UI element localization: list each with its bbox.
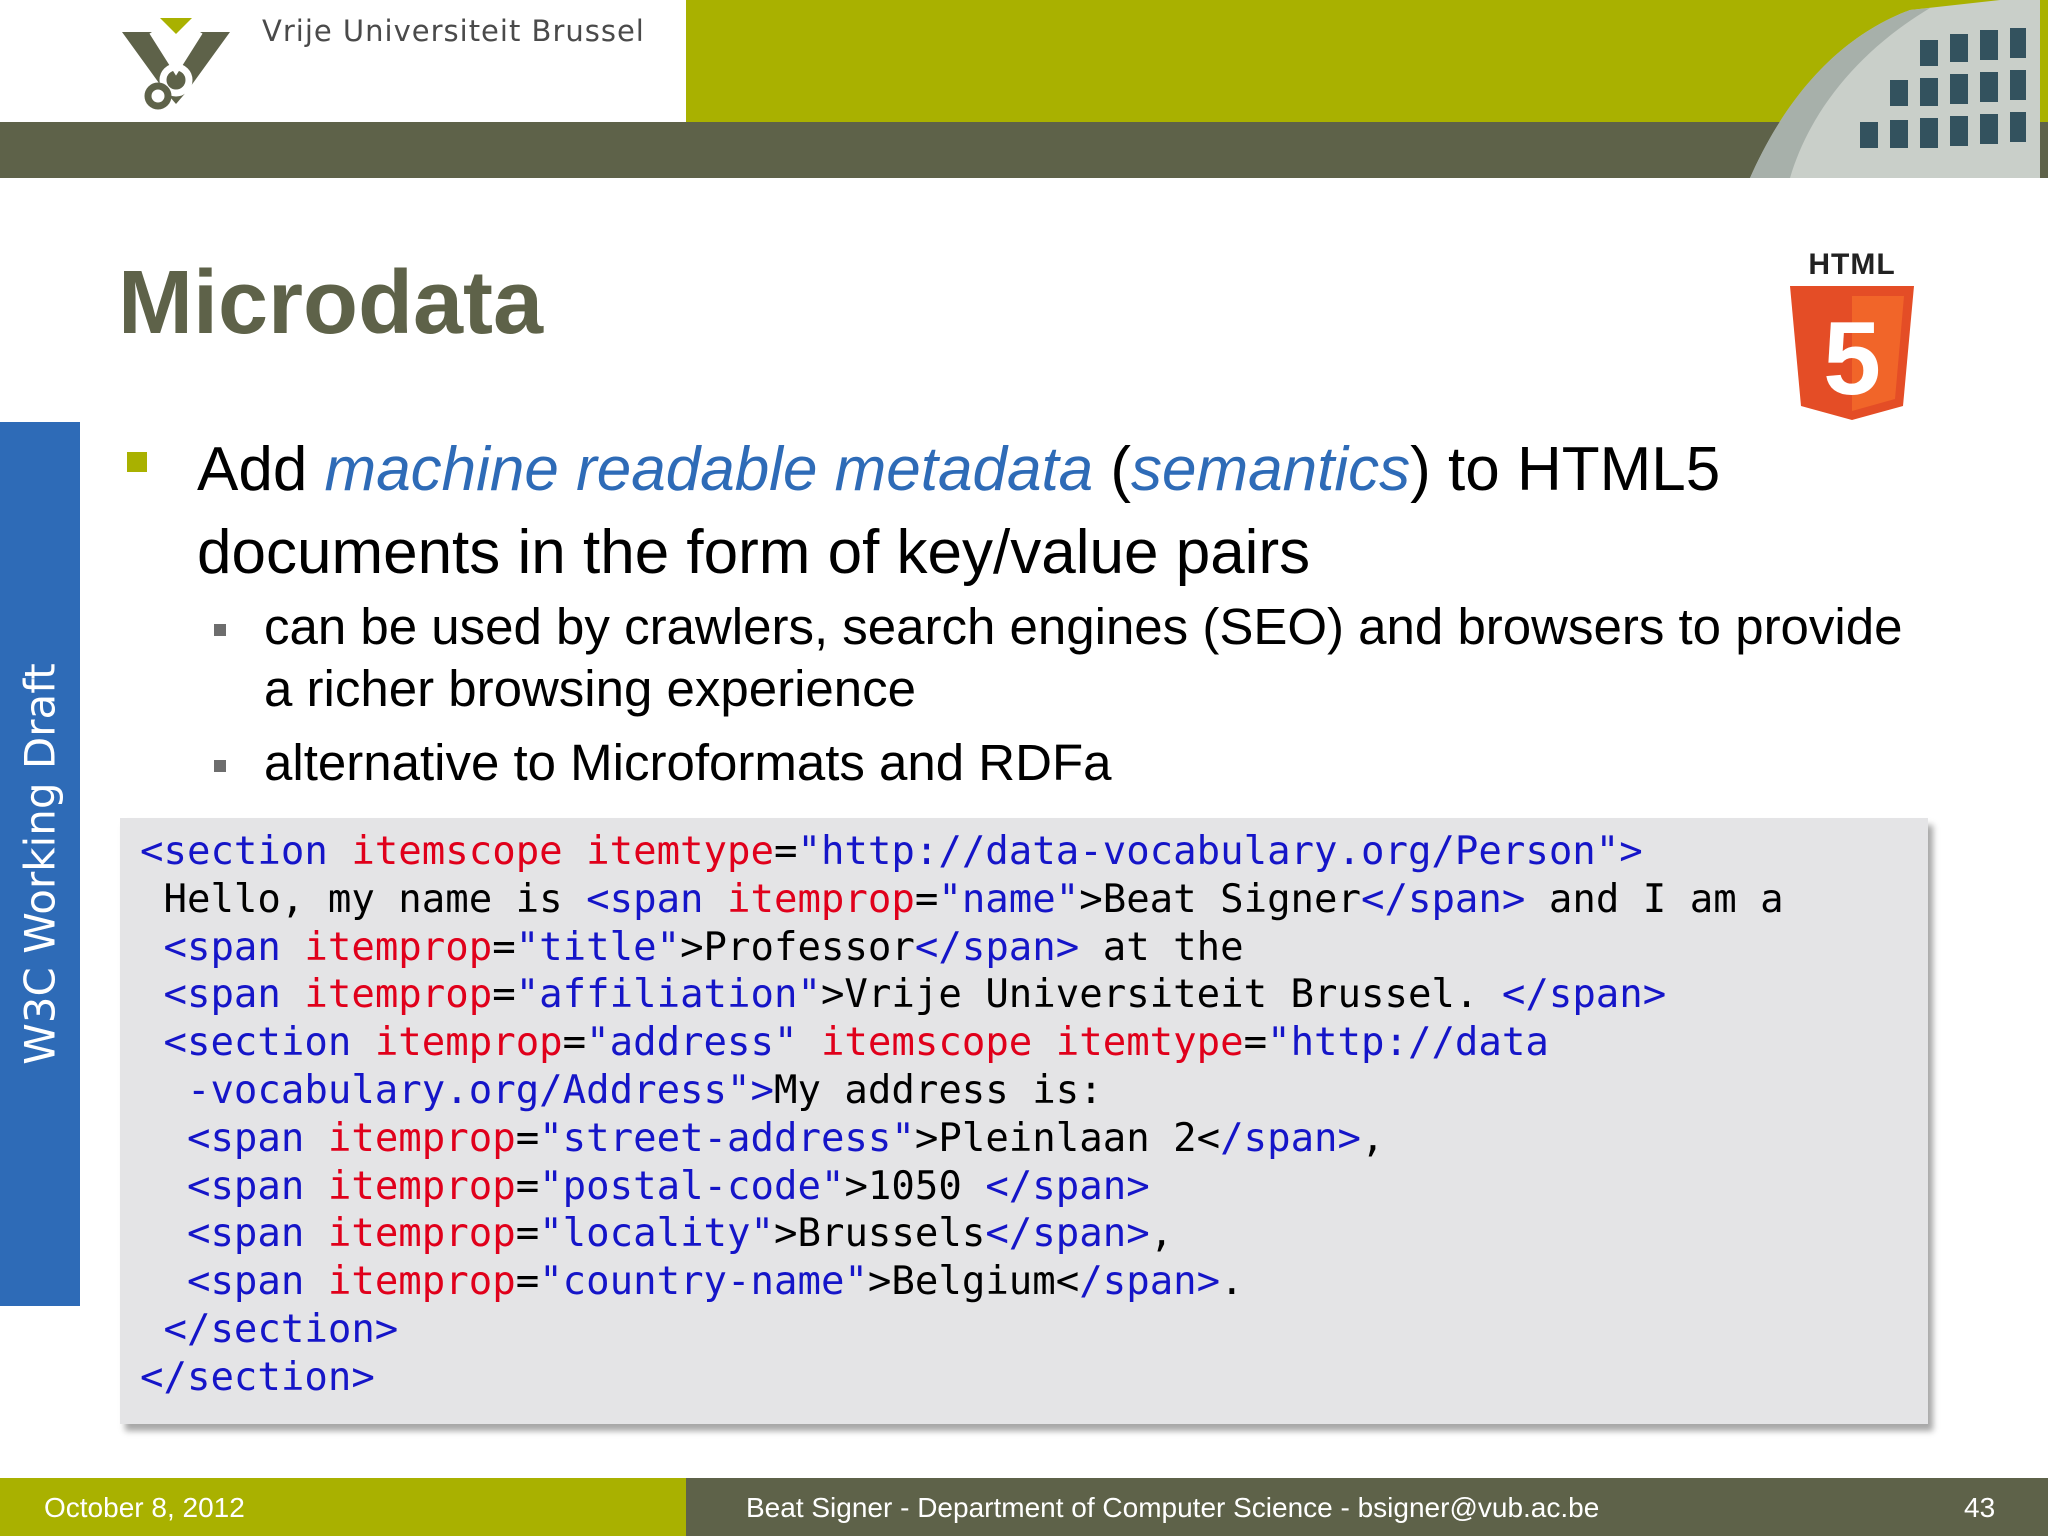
- bullet-text-part: Add: [197, 435, 325, 504]
- code-line: <section itemscope itemtype="http://data…: [140, 829, 1643, 874]
- bullet-highlight-metadata: machine readable metadata: [324, 435, 1094, 504]
- sub-bullet-marker: [214, 760, 226, 772]
- bullet-marker: [127, 452, 147, 472]
- building-photo-icon: [1750, 0, 2040, 178]
- html5-shield-icon: 5: [1790, 286, 1914, 420]
- code-line: </section>: [163, 1306, 399, 1352]
- footer-date: October 8, 2012: [44, 1492, 245, 1523]
- vub-logo-icon: [122, 18, 230, 110]
- code-line: <span itemprop="street-address">Pleinlaa…: [186, 1115, 1385, 1161]
- code-line: <span itemprop="locality">Brussels</span…: [186, 1211, 1174, 1257]
- html5-logo-label: HTML: [1808, 248, 1896, 281]
- bullet-text-part: (: [1093, 435, 1132, 504]
- code-line: </section>: [140, 1354, 375, 1400]
- code-line: <span itemprop="affiliation">Vrije Unive…: [163, 972, 1667, 1018]
- bullet-highlight-semantics: semantics: [1131, 435, 1411, 504]
- main-bullet-text: Add machine readable metadata (semantics…: [197, 428, 1917, 594]
- code-line: -vocabulary.org/Address">My address is:: [186, 1067, 1103, 1113]
- html5-logo-icon: HTML 5: [1788, 248, 1916, 426]
- code-line: <span itemprop="country-name">Belgium</s…: [186, 1259, 1244, 1305]
- code-line: <span itemprop="title">Professor</span> …: [163, 924, 1244, 970]
- code-line: Hello, my name is <span itemprop="name">…: [140, 876, 1784, 922]
- html5-logo-number: 5: [1823, 301, 1881, 417]
- side-tab-label: W3C Working Draft: [15, 663, 65, 1065]
- sub-bullet-text: alternative to Microformats and RDFa: [264, 734, 1112, 791]
- code-line: <section itemprop="address" itemscope it…: [163, 1020, 1549, 1066]
- slide-title: Microdata: [118, 253, 544, 353]
- code-example: <section itemscope itemtype="http://data…: [140, 828, 1784, 1402]
- sub-bullet-text: can be used by crawlers, search engines …: [264, 598, 1903, 717]
- code-line: <span itemprop="postal-code">1050 </span…: [186, 1163, 1150, 1209]
- university-name: Vrije Universiteit Brussel: [262, 14, 645, 48]
- footer-author: Beat Signer - Department of Computer Sci…: [746, 1492, 1600, 1523]
- page-number: 43: [1964, 1492, 1996, 1523]
- sub-bullet-marker: [214, 624, 226, 636]
